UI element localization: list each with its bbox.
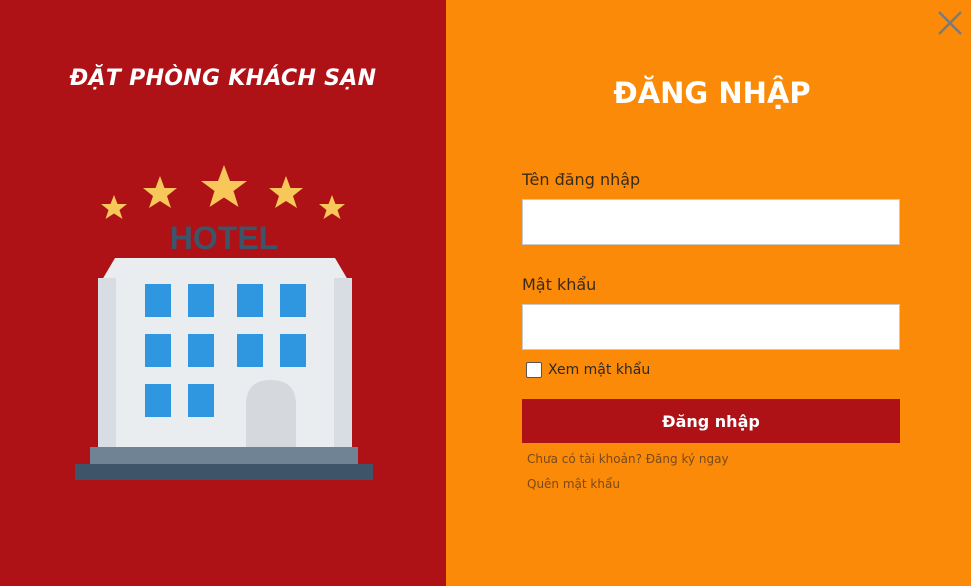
star-icon — [269, 176, 303, 208]
star-icon — [319, 195, 345, 219]
forgot-password-link[interactable]: Quên mật khẩu — [527, 477, 620, 491]
password-label: Mật khẩu — [522, 275, 597, 294]
login-panel: ĐĂNG NHẬP Tên đăng nhập Mật khẩu Xem mật… — [446, 0, 971, 586]
login-title: ĐĂNG NHẬP — [613, 76, 811, 110]
show-password-label: Xem mật khẩu — [548, 362, 651, 378]
register-link[interactable]: Chưa có tài khoản? Đăng ký ngay — [527, 452, 729, 466]
close-icon[interactable] — [935, 8, 965, 38]
show-password-checkbox[interactable] — [526, 362, 542, 378]
login-window: ĐẶT PHÒNG KHÁCH SẠN HOTEL ĐĂNG NHẬP Tên … — [0, 0, 971, 586]
star-icon-group — [101, 165, 345, 219]
username-label: Tên đăng nhập — [522, 170, 641, 189]
branding-panel: ĐẶT PHÒNG KHÁCH SẠN HOTEL — [0, 0, 446, 586]
star-icon — [143, 176, 177, 208]
show-password-toggle[interactable]: Xem mật khẩu — [526, 362, 650, 378]
hotel-sign-text: HOTEL — [170, 220, 278, 256]
hotel-building-icon: HOTEL — [75, 165, 373, 480]
password-input[interactable] — [522, 304, 900, 350]
star-icon — [101, 195, 127, 219]
username-input[interactable] — [522, 199, 900, 245]
login-button[interactable]: Đăng nhập — [522, 399, 900, 443]
brand-title: ĐẶT PHÒNG KHÁCH SẠN — [69, 66, 377, 91]
star-icon — [201, 165, 247, 207]
